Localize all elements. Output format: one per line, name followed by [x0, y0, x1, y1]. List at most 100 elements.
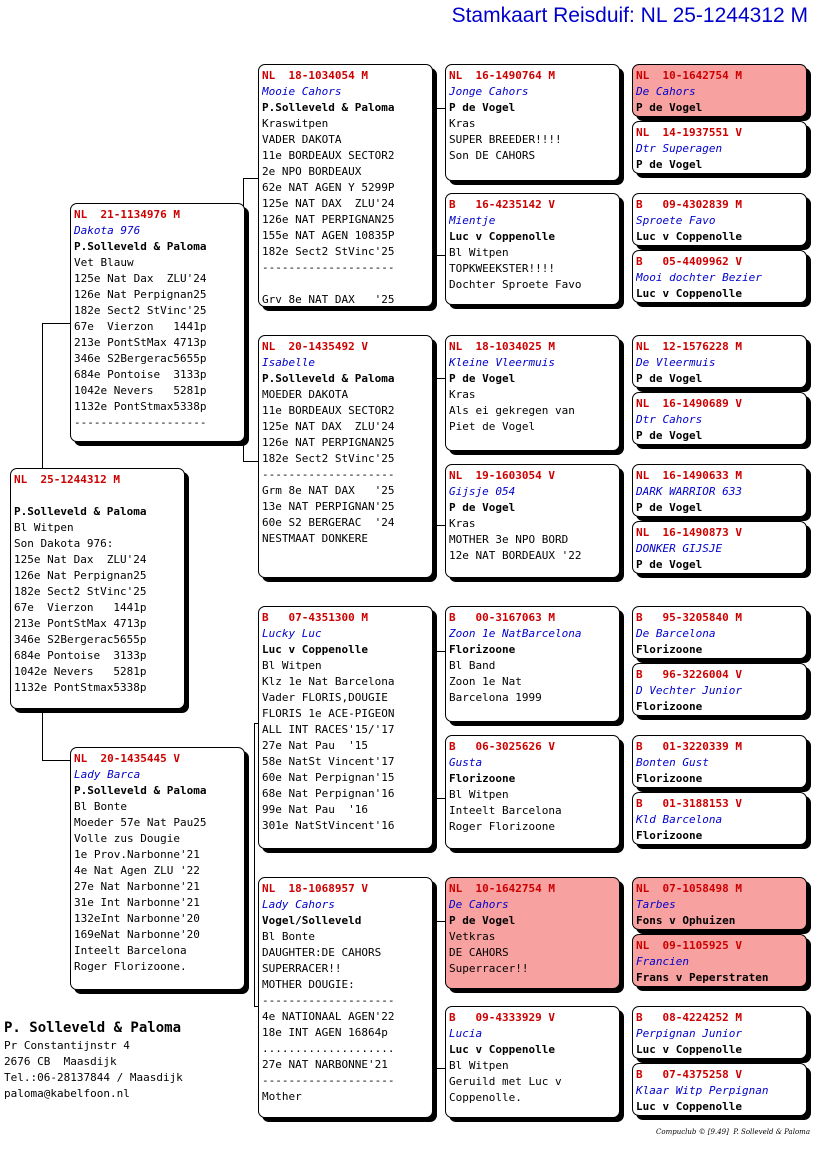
pigeon-name: Jonge Cahors [449, 85, 529, 98]
pigeon-card-father-father: NL 18-1034054 M Mooie Cahors P.Solleveld &… [258, 64, 433, 307]
ring-number: NL 10-1642754 M [449, 882, 555, 895]
owner-name: Florizoone [636, 772, 703, 785]
detail-line: Bl Bonte [74, 800, 127, 813]
pigeon-name: De Vleermuis [636, 356, 716, 369]
detail-line: -------------------- [262, 261, 395, 274]
ring-number: B 00-3167063 M [449, 611, 555, 624]
detail-line [262, 276, 429, 292]
detail-line: 11e BORDEAUX SECTOR2 [262, 149, 395, 162]
pigeon-name: Dtr Cahors [636, 413, 703, 426]
pigeon-name: Kleine Vleermuis [449, 356, 555, 369]
detail-line: 1132e PontStmax5338p [74, 400, 207, 413]
ring-number: NL 18-1068957 V [262, 882, 368, 895]
detail-line: Kras [449, 388, 476, 401]
breeder-postcode: 2676 CB Maasdijk [4, 1055, 117, 1068]
connector-line [42, 710, 71, 761]
pigeon-name: Tarbes [636, 898, 676, 911]
pigeon-card-gen5-13: NL 07-1058498 M Tarbes Fons v Ophuizen [632, 877, 807, 930]
detail-line: Bl Band [449, 659, 496, 672]
pigeon-name: DARK WARRIOR 633 [636, 485, 742, 498]
detail-line: 31e Int Narbonne'21 [74, 896, 200, 909]
detail-line: Son Dakota 976: [14, 537, 114, 550]
pigeon-card-gen5-16: B 07-4375258 V Klaar Witp Perpignan Luc v … [632, 1063, 807, 1116]
detail-line: Vader FLORIS,DOUGIE [262, 691, 388, 704]
owner-name: P de Vogel [449, 101, 516, 114]
pigeon-name: Francien [636, 955, 689, 968]
detail-line: Bl Witpen [449, 788, 509, 801]
pigeon-card-mmf: NL 10-1642754 M De Cahors P de Vogel Vetkra… [445, 877, 620, 989]
detail-line: Inteelt Barcelona [449, 804, 562, 817]
detail-line: 62e NAT AGEN Y 5299P [262, 181, 395, 194]
pigeon-name: Isabelle [262, 356, 315, 369]
detail-line: Roger Florizoone [449, 820, 555, 833]
owner-name: Luc v Coppenolle [262, 643, 368, 656]
detail-line: ALL INT RACES'15/'17 [262, 723, 395, 736]
detail-line: Grm 8e NAT DAX '25 [262, 484, 395, 497]
pigeon-card-gen5-8: NL 16-1490873 V DONKER GIJSJE P de Vogel [632, 521, 807, 574]
breeder-address: Pr Constantijnstr 4 [4, 1039, 130, 1052]
detail-line: SUPERRACER!! [262, 962, 342, 975]
owner-name: P de Vogel [449, 372, 516, 385]
page-title: Stamkaart Reisduif: NL 25-1244312 M [451, 4, 808, 27]
pigeon-name: Mientje [449, 214, 496, 227]
detail-line: 1e Prov.Narbonne'21 [74, 848, 200, 861]
owner-name: P de Vogel [636, 501, 703, 514]
connector-line [243, 178, 259, 462]
detail-line: 4e NATIONAAL AGEN'22 [262, 1010, 395, 1023]
detail-line: Mother [262, 1090, 302, 1103]
owner-name: Luc v Coppenolle [636, 1043, 742, 1056]
ring-number: NL 25-1244312 M [14, 473, 120, 486]
pigeon-name: Kld Barcelona [636, 813, 723, 826]
ring-number: NL 19-1603054 V [449, 469, 555, 482]
detail-line: 213e PontStMax 4713p [74, 336, 207, 349]
pigeon-card-mother: NL 20-1435445 V Lady Barca P.Solleveld & P… [70, 747, 245, 990]
pigeon-card-mother-father: B 07-4351300 M Lucky Luc Luc v Coppenolle B… [258, 606, 433, 849]
detail-line: 126e NAT PERPIGNAN25 [262, 436, 395, 449]
detail-line: Bl Witpen [262, 659, 322, 672]
pigeon-name: De Cahors [449, 898, 509, 911]
pigeon-card-subject: NL 25-1244312 M P.Solleveld & Paloma Bl Wi… [10, 468, 185, 709]
owner-name: Florizoone [449, 772, 516, 785]
pigeon-name [14, 488, 181, 504]
detail-line: VADER DAKOTA [262, 133, 342, 146]
pigeon-name: Mooie Cahors [262, 85, 342, 98]
pigeon-card-mother-mother: NL 18-1068957 V Lady Cahors Vogel/Sollevel… [258, 877, 433, 1118]
ring-number: B 06-3025626 V [449, 740, 555, 753]
detail-line: 27e NAT NARBONNE'21 [262, 1058, 388, 1071]
detail-line: DE CAHORS [449, 946, 509, 959]
ring-number: NL 21-1134976 M [74, 208, 180, 221]
pigeon-card-ffm: B 16-4235142 V Mientje Luc v Coppenolle Bl … [445, 193, 620, 305]
detail-line: 182e Sect2 StVinc'25 [262, 452, 395, 465]
pigeon-name: Lucia [449, 1027, 483, 1040]
detail-line: 58e NatSt Vincent'17 [262, 755, 395, 768]
owner-name: P.Solleveld & Paloma [14, 505, 147, 518]
pigeon-card-gen5-10: B 96-3226004 V D Vechter Junior Florizoone [632, 663, 807, 716]
breeder-name: P. Solleveld & Paloma [4, 1020, 182, 1036]
detail-line: DAUGHTER:DE CAHORS [262, 946, 382, 959]
detail-line: NESTMAAT DONKERE [262, 532, 368, 545]
ring-number: B 01-3188153 V [636, 797, 742, 810]
ring-number: NL 12-1576228 M [636, 340, 742, 353]
detail-line: Son DE CAHORS [449, 149, 536, 162]
detail-line: 132eInt Narbonne'20 [74, 912, 200, 925]
detail-line: 13e NAT PERPIGNAN'25 [262, 500, 395, 513]
detail-line: Vetkras [449, 930, 496, 943]
detail-line: Bl Witpen [449, 246, 509, 259]
pigeon-card-mff: B 00-3167063 M Zoon 1e NatBarcelona Floriz… [445, 606, 620, 722]
detail-line: 125e NAT DAX ZLU'24 [262, 197, 395, 210]
detail-line: Superracer!! [449, 962, 529, 975]
pigeon-card-gen5-5: NL 12-1576228 M De Vleermuis P de Vogel [632, 335, 807, 388]
detail-line: 125e Nat Dax ZLU'24 [74, 272, 207, 285]
detail-line: -------------------- [262, 1074, 395, 1087]
detail-line: 301e NatStVincent'16 [262, 819, 395, 832]
owner-name: P de Vogel [636, 372, 703, 385]
detail-line: Als ei gekregen van [449, 404, 575, 417]
pigeon-card-gen5-9: B 95-3205840 M De Barcelona Florizoone [632, 606, 807, 659]
owner-name: P de Vogel [636, 558, 703, 571]
detail-line: 155e NAT AGEN 10835P [262, 229, 395, 242]
ring-number: NL 16-1490633 M [636, 469, 742, 482]
detail-line: 1042e Nevers 5281p [14, 665, 147, 678]
owner-name: P de Vogel [636, 101, 703, 114]
owner-name: Luc v Coppenolle [449, 1043, 555, 1056]
owner-name: P.Solleveld & Paloma [262, 372, 395, 385]
